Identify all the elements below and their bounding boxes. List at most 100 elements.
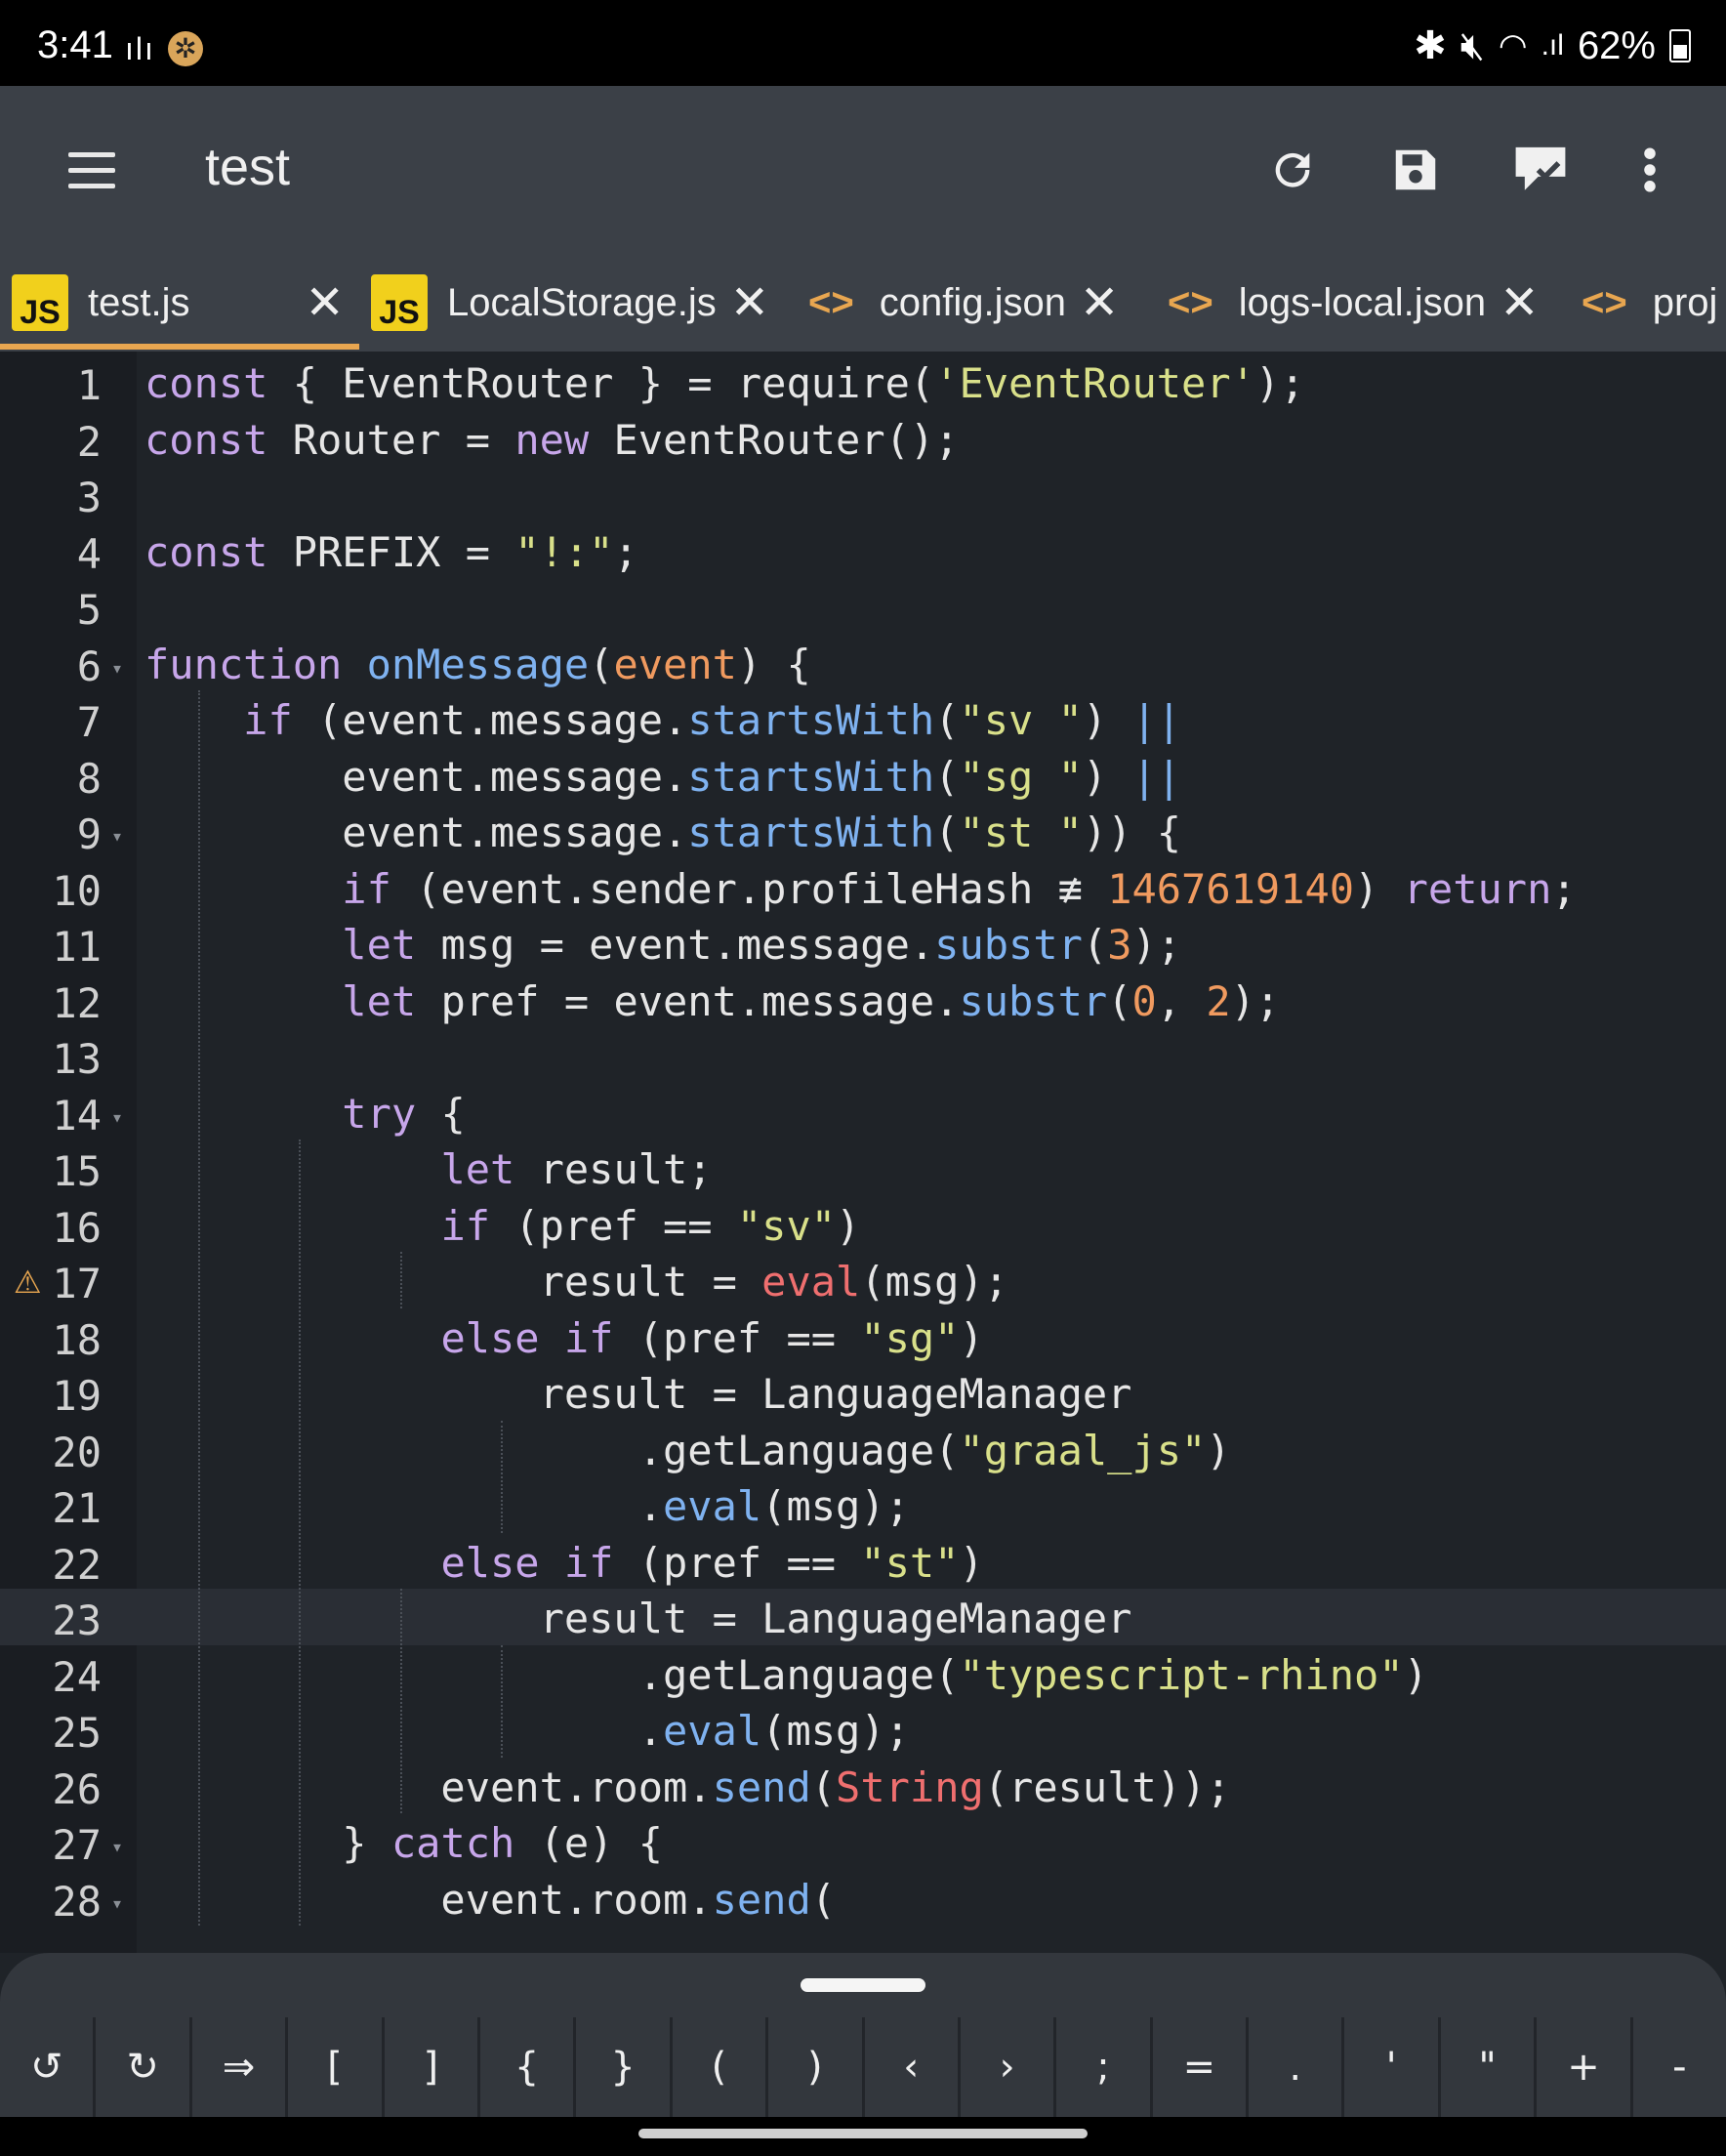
code-line[interactable]: 18 else if (pref == "sg") [0,1308,1726,1365]
symbol-key[interactable]: { [480,2017,577,2117]
code-token: result = [144,1258,762,1306]
more-vert-icon[interactable] [1615,135,1685,205]
drag-handle[interactable] [801,1978,925,1992]
refresh-icon[interactable] [1257,135,1328,205]
code-line[interactable]: 23 result = LanguageManager [0,1589,1726,1645]
symbol-key[interactable]: ' [1344,2017,1441,2117]
close-icon[interactable]: ✕ [730,275,769,330]
code-token: ); [1131,921,1182,969]
line-number: 22 [52,1540,102,1589]
code-line[interactable]: 17 ⚠ result = eval(msg); [0,1252,1726,1308]
symbol-key-bar: ↺ ↻ ⇒[]{}() ‹ ›; =. ' " + - [0,1953,1726,2117]
fold-toggle-icon[interactable]: ▾ [111,656,123,680]
line-number: 15 [52,1147,102,1195]
code-line[interactable]: 10 if (event.sender.profileHash ≢ 146761… [0,859,1726,916]
fold-toggle-icon[interactable]: ▾ [111,1891,123,1915]
fold-toggle-icon[interactable]: ▾ [111,824,123,848]
system-nav-bar [0,2117,1726,2156]
symbol-key[interactable]: ‹ [865,2017,961,2117]
code-line[interactable]: 9 ▾ event.message.startsWith("st ")) { [0,803,1726,859]
code-line[interactable]: 24 .getLanguage("typescript-rhino") [0,1645,1726,1702]
code-line[interactable]: 11 let msg = event.message.substr(3); [0,915,1726,972]
code-editor[interactable]: 1 const { EventRouter } = require('EventR… [0,352,1726,1953]
line-number: 23 [52,1596,102,1644]
code-line[interactable]: 26 event.room.send(String(result)); [0,1758,1726,1814]
app-toolbar: test [0,86,1726,254]
tab-test-js[interactable]: JS test.js ✕ [12,254,345,352]
symbol-key[interactable]: + [1537,2017,1633,2117]
tab-label: proj [1652,280,1718,324]
symbol-key[interactable]: = [1153,2017,1250,2117]
warning-icon[interactable]: ⚠ [14,1264,42,1301]
tab-logs-local-json[interactable]: <> logs-local.json ✕ [1168,254,1539,352]
code-token: (e) { [514,1819,664,1867]
tab-localstorage-js[interactable]: JS LocalStorage.js ✕ [371,254,769,352]
symbol-key[interactable]: ⇒ [192,2017,289,2117]
code-line[interactable]: 2 const Router = new EventRouter(); [0,410,1726,467]
symbol-key[interactable]: [ [288,2017,385,2117]
code-token: "st " [959,808,1083,856]
code-text: const PREFIX = "!:"; [144,528,638,576]
close-icon[interactable]: ✕ [1500,275,1539,330]
fold-toggle-icon[interactable]: ▾ [111,1835,123,1858]
code-line[interactable]: 20 .getLanguage("graal_js") [0,1421,1726,1477]
code-line[interactable]: 19 result = LanguageManager [0,1364,1726,1421]
code-line[interactable]: 28 ▾ event.room.send( [0,1870,1726,1927]
symbol-key[interactable]: › [961,2017,1057,2117]
code-line[interactable]: 16 if (pref == "sv") [0,1196,1726,1253]
symbol-key[interactable]: ; [1056,2017,1153,2117]
code-file-icon: <> [1582,280,1627,324]
run-icon[interactable] [1505,135,1576,205]
code-token: if [440,1201,491,1250]
symbol-key[interactable]: ] [385,2017,480,2117]
code-token: ) [836,1201,861,1250]
code-line[interactable]: 15 let result; [0,1140,1726,1196]
save-icon[interactable] [1380,135,1451,205]
code-line[interactable]: 3 [0,466,1726,522]
code-line[interactable]: 14 ▾ try { [0,1084,1726,1140]
line-number: 4 [76,529,102,578]
code-line[interactable]: 12 let pref = event.message.substr(0, 2)… [0,972,1726,1028]
code-token: event.room. [144,1875,713,1924]
code-line[interactable]: 1 const { EventRouter } = require('EventR… [0,353,1726,410]
fold-toggle-icon[interactable]: ▾ [111,1105,123,1129]
tab-proj[interactable]: <> proj [1582,254,1717,352]
code-line[interactable]: 6 ▾ function onMessage(event) { [0,635,1726,691]
symbol-key[interactable]: - [1633,2017,1726,2117]
home-gesture-pill[interactable] [638,2129,1088,2138]
symbol-key[interactable]: } [576,2017,673,2117]
code-token: msg = event.message. [416,921,935,969]
close-icon[interactable]: ✕ [305,275,344,330]
code-token: catch [390,1819,515,1867]
code-line[interactable]: 25 .eval(msg); [0,1701,1726,1758]
code-token: let [342,921,417,969]
code-line[interactable]: 4 const PREFIX = "!:"; [0,522,1726,579]
close-icon[interactable]: ✕ [1080,275,1119,330]
code-text: } catch (e) { [144,1819,663,1867]
symbol-key[interactable]: ↻ [96,2017,192,2117]
symbol-key[interactable]: . [1249,2017,1345,2117]
symbol-key[interactable]: " [1441,2017,1538,2117]
symbol-key[interactable]: ↺ [0,2017,97,2117]
code-line[interactable]: 13 [0,1027,1726,1084]
code-line[interactable]: 7 if (event.message.startsWith("sv ") || [0,690,1726,747]
code-token: ( [1082,921,1108,969]
code-token: "sv" [736,1201,837,1250]
line-number: 13 [52,1035,102,1083]
code-line[interactable]: 5 [0,578,1726,635]
code-line[interactable]: 22 else if (pref == "st") [0,1533,1726,1590]
code-line[interactable]: 27 ▾ } catch (e) { [0,1813,1726,1870]
code-token: ; [1551,864,1577,913]
code-text: result = LanguageManager [144,1595,1132,1642]
code-file-icon: <> [1168,280,1213,324]
code-token: event [613,640,737,688]
code-text: event.room.send(String(result)); [144,1763,1230,1811]
symbol-key[interactable]: ) [768,2017,865,2117]
code-token: || [1131,752,1182,801]
symbol-key[interactable]: ( [673,2017,769,2117]
menu-icon[interactable] [68,152,115,188]
code-line[interactable]: 21 .eval(msg); [0,1476,1726,1533]
tab-config-json[interactable]: <> config.json ✕ [808,254,1119,352]
code-line[interactable]: 8 event.message.startsWith("sg ") || [0,747,1726,804]
